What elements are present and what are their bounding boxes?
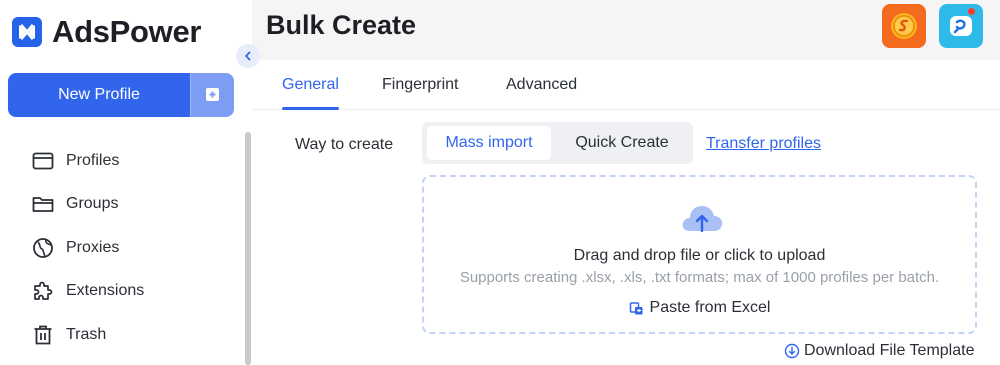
support-chat-icon [950, 16, 972, 36]
dropzone-subtitle: Supports creating .xlsx, .xls, .txt form… [459, 269, 940, 286]
sidebar: AdsPower New Profile Profiles Groups Pro… [0, 0, 252, 365]
tab-bar: General Fingerprint Advanced [252, 60, 1000, 110]
top-bar: Bulk Create [252, 0, 1000, 60]
sidebar-item-label: Trash [66, 325, 107, 343]
download-template-link[interactable]: Download File Template [784, 342, 974, 360]
way-to-create-label: Way to create [295, 136, 394, 153]
tab-advanced[interactable]: Advanced [506, 76, 577, 94]
globe-icon [30, 235, 56, 261]
app-logo[interactable]: AdsPower [12, 14, 202, 50]
app-name: AdsPower [52, 14, 202, 49]
transfer-profiles-link[interactable]: Transfer profiles [706, 135, 821, 153]
new-profile-options-button[interactable] [190, 73, 234, 117]
active-tab-indicator [282, 107, 339, 110]
chevron-left-icon [245, 51, 251, 61]
collapse-sidebar-button[interactable] [236, 44, 260, 68]
download-icon [784, 343, 800, 359]
new-profile-button[interactable]: New Profile [8, 73, 190, 117]
puzzle-icon [30, 278, 56, 304]
download-template-label: Download File Template [804, 342, 975, 359]
coin-reward-button[interactable] [882, 4, 926, 48]
sidebar-item-extensions[interactable]: Extensions [30, 270, 144, 314]
folder-icon [30, 191, 56, 217]
paste-from-excel-label: Paste from Excel [649, 299, 771, 316]
sidebar-item-label: Profiles [66, 151, 120, 169]
sidebar-item-label: Extensions [66, 282, 145, 300]
cloud-upload-icon [678, 201, 726, 242]
dropzone-title: Drag and drop file or click to upload [573, 247, 826, 264]
paste-from-excel-button[interactable]: Paste from Excel [424, 299, 975, 317]
file-upload-dropzone[interactable]: Drag and drop file or click to upload Su… [422, 175, 977, 334]
profiles-icon [30, 148, 56, 174]
tab-fingerprint[interactable]: Fingerprint [382, 76, 458, 94]
adspower-logo-icon [12, 17, 42, 47]
trash-icon [30, 322, 56, 348]
quick-create-option[interactable]: Quick Create [555, 126, 689, 160]
sidebar-nav: Profiles Groups Proxies Extensions Trash [30, 139, 144, 357]
sidebar-item-profiles[interactable]: Profiles [30, 139, 144, 183]
notification-dot [968, 8, 975, 15]
sidebar-item-proxies[interactable]: Proxies [30, 226, 144, 270]
main-content: Bulk Create General Fingerprint Advanced… [252, 0, 1000, 365]
sidebar-item-groups[interactable]: Groups [30, 183, 144, 227]
coin-icon [891, 13, 917, 39]
add-copy-icon [205, 88, 219, 101]
new-profile-group: New Profile [8, 73, 234, 117]
support-button[interactable] [939, 4, 983, 48]
paste-icon [629, 301, 644, 316]
page-title: Bulk Create [266, 10, 417, 40]
mass-import-option[interactable]: Mass import [427, 126, 551, 160]
sidebar-item-trash[interactable]: Trash [30, 313, 144, 357]
sidebar-scrollbar[interactable] [245, 132, 251, 365]
sidebar-item-label: Proxies [66, 238, 120, 256]
create-mode-toggle: Mass import Quick Create [422, 122, 693, 164]
tab-general[interactable]: General [282, 76, 339, 94]
sidebar-item-label: Groups [66, 195, 119, 213]
